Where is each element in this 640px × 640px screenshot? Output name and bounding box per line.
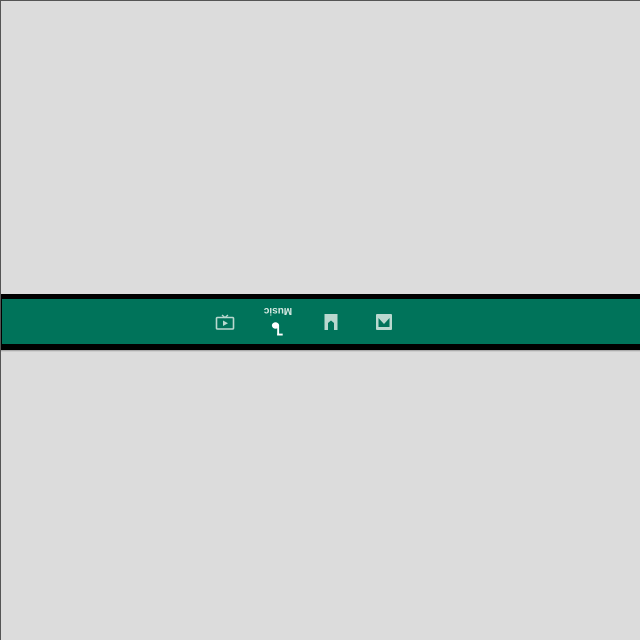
bottom-nav-shadow	[1, 350, 640, 352]
nav-item-movies[interactable]	[199, 299, 251, 344]
book-icon	[324, 313, 338, 330]
tv-play-icon	[215, 314, 235, 330]
app-screen: Music	[0, 0, 640, 640]
photo-icon	[376, 313, 392, 330]
nav-item-music-label: Music	[263, 305, 293, 316]
nav-item-books[interactable]	[305, 299, 357, 344]
nav-item-photos[interactable]	[358, 299, 410, 344]
nav-item-music[interactable]: Music	[252, 299, 304, 344]
music-note-icon	[271, 321, 283, 335]
